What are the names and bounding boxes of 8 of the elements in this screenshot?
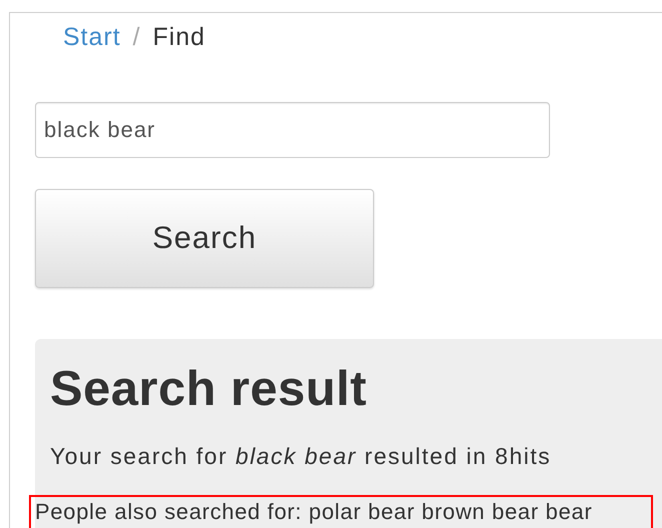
search-button[interactable]: Search [35, 189, 374, 288]
breadcrumb-current: Find [152, 22, 206, 54]
result-summary: Your search for black bear resulted in 8hits [50, 442, 552, 471]
search-field[interactable]: black bear [35, 102, 550, 158]
result-title: Search result [50, 361, 368, 417]
breadcrumb-separator: / [132, 22, 141, 54]
breadcrumb-link[interactable]: Start [63, 19, 121, 57]
also-searched-text: People also searched for: polar bear brown bear bear [29, 495, 653, 528]
